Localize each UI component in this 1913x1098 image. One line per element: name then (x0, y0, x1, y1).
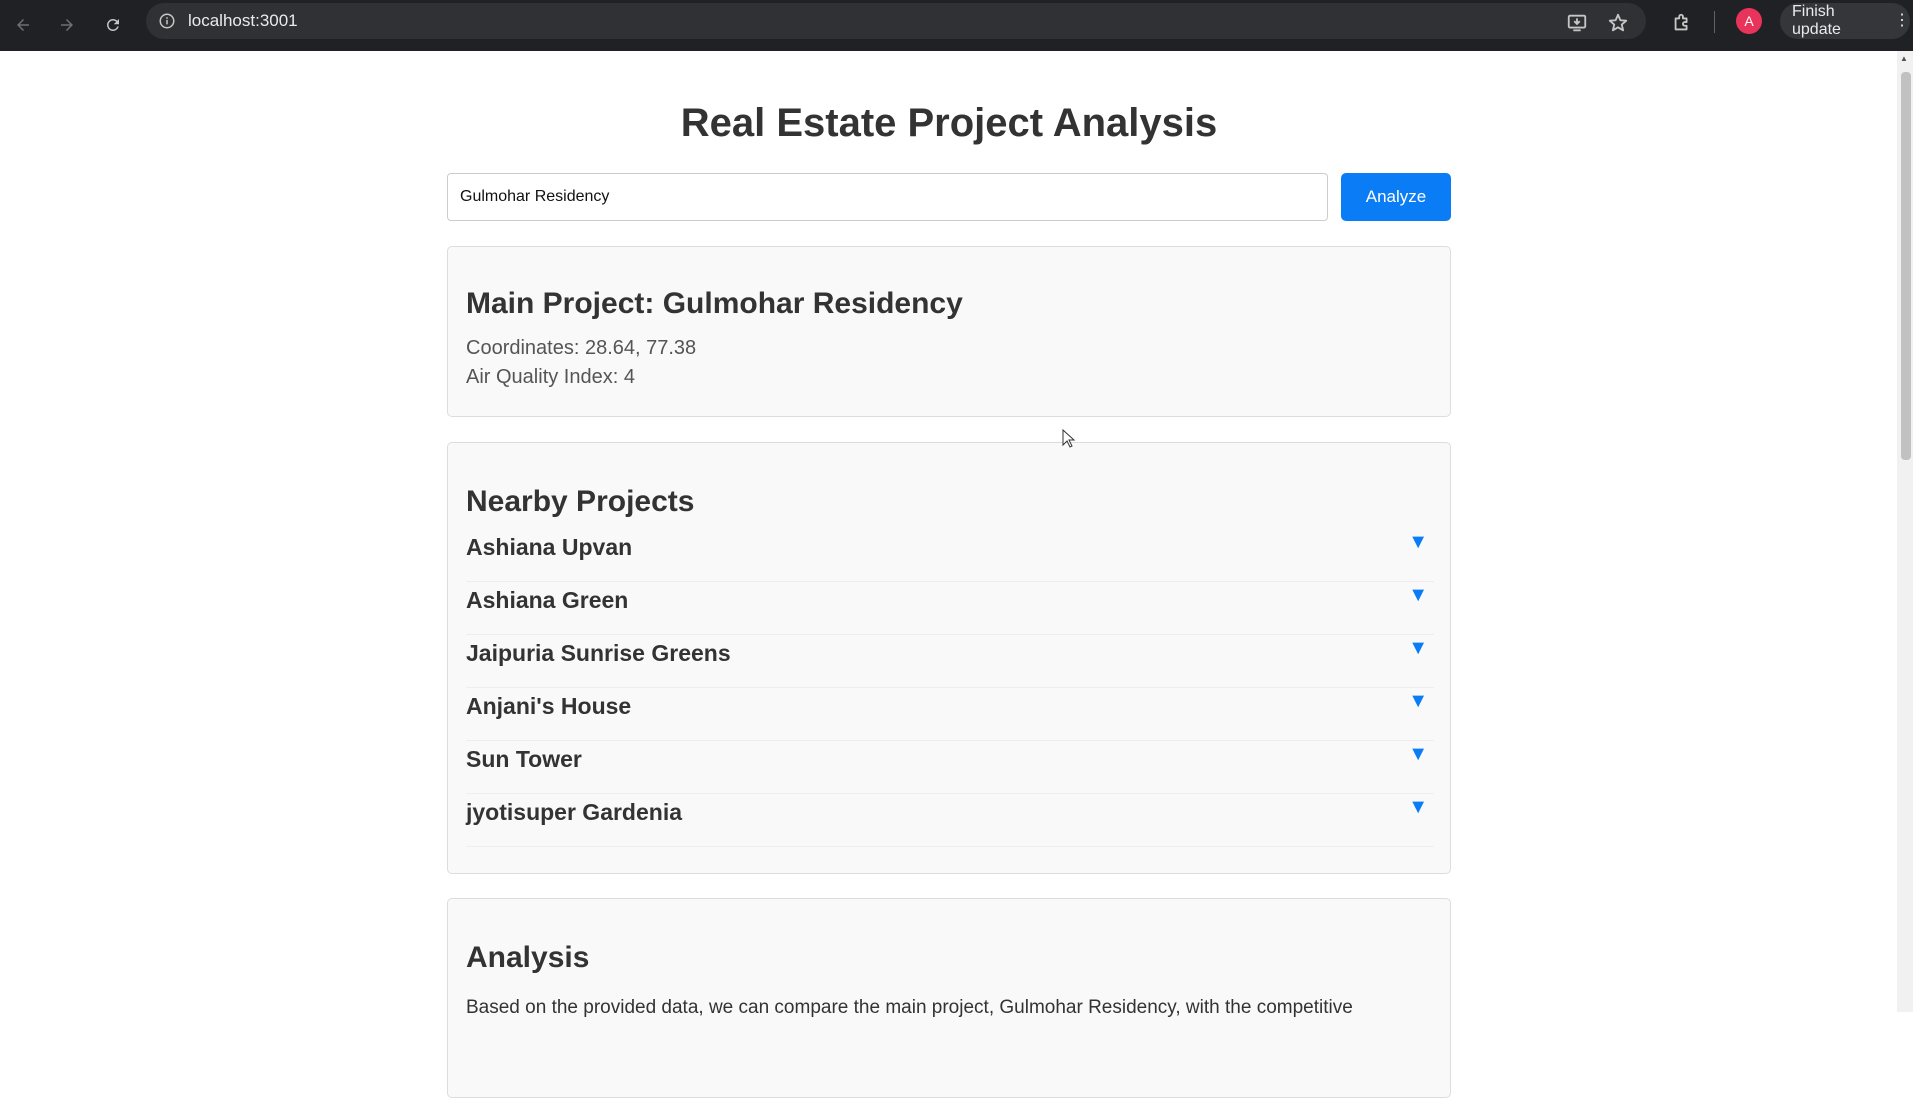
aqi-text: Air Quality Index: 4 (466, 366, 635, 388)
coordinates-text: Coordinates: 28.64, 77.38 (466, 337, 697, 359)
profile-avatar[interactable]: A (1736, 8, 1762, 34)
nearby-projects-card: Nearby Projects Ashiana Upvan ▼ Ashiana … (447, 442, 1451, 874)
nearby-project-name: Ashiana Upvan (466, 534, 633, 560)
nearby-project-item[interactable]: Jaipuria Sunrise Greens ▼ (466, 635, 1434, 688)
nearby-projects-heading: Nearby Projects (466, 485, 695, 518)
search-row: Analyze (447, 173, 1451, 221)
reload-button[interactable] (96, 8, 130, 42)
finish-update-button[interactable]: Finish update ⋮ (1780, 3, 1910, 39)
back-arrow-icon (17, 19, 29, 31)
analysis-paragraph: Based on the provided data, we can compa… (466, 997, 1353, 1018)
url-text: localhost:3001 (188, 11, 298, 30)
main-project-heading: Main Project: Gulmohar Residency (466, 287, 963, 320)
reload-icon (106, 18, 119, 31)
expand-triangle-icon[interactable]: ▼ (1408, 796, 1428, 819)
back-button[interactable] (6, 8, 40, 42)
forward-arrow-icon (61, 19, 73, 31)
expand-triangle-icon[interactable]: ▼ (1408, 584, 1428, 607)
mouse-cursor-icon (1062, 429, 1076, 448)
nearby-project-name: jyotisuper Gardenia (466, 799, 683, 825)
nearby-project-name: Jaipuria Sunrise Greens (466, 640, 731, 666)
nearby-project-item[interactable]: Sun Tower ▼ (466, 741, 1434, 794)
page-title: Real Estate Project Analysis (680, 101, 1218, 145)
analyze-button[interactable]: Analyze (1341, 173, 1451, 221)
toolbar-divider (1714, 11, 1715, 33)
expand-triangle-icon[interactable]: ▼ (1408, 637, 1428, 660)
address-bar[interactable]: localhost:3001 (146, 3, 1646, 39)
scrollbar-thumb[interactable] (1901, 72, 1911, 460)
install-app-button[interactable] (1564, 10, 1590, 36)
browser-toolbar: localhost:3001 A Finish update ⋮ (0, 0, 1913, 51)
analysis-heading: Analysis (466, 941, 590, 974)
nearby-project-name: Sun Tower (466, 746, 582, 772)
extensions-button[interactable] (1669, 10, 1695, 36)
nearby-project-name: Ashiana Green (466, 587, 629, 613)
scroll-up-arrow-icon[interactable]: ▲ (1900, 54, 1910, 64)
star-icon (1608, 13, 1628, 32)
nearby-project-item[interactable]: Ashiana Upvan ▼ (466, 529, 1434, 582)
expand-triangle-icon[interactable]: ▼ (1408, 531, 1428, 554)
finish-update-label: Finish update (1792, 3, 1841, 38)
site-info-icon[interactable] (158, 12, 176, 30)
analysis-card: Analysis Based on the provided data, we … (447, 898, 1451, 1098)
nearby-project-item[interactable]: Anjani's House ▼ (466, 688, 1434, 741)
forward-button[interactable] (50, 8, 84, 42)
install-icon (1567, 14, 1587, 32)
expand-triangle-icon[interactable]: ▼ (1408, 690, 1428, 713)
project-search-input[interactable] (447, 173, 1328, 221)
page-viewport: Real Estate Project Analysis Analyze Mai… (0, 51, 1897, 1098)
nearby-project-name: Anjani's House (466, 693, 632, 719)
puzzle-icon (1674, 13, 1688, 31)
bookmark-button[interactable] (1605, 10, 1631, 36)
nearby-project-item[interactable]: Ashiana Green ▼ (466, 582, 1434, 635)
expand-triangle-icon[interactable]: ▼ (1408, 743, 1428, 766)
main-project-card: Main Project: Gulmohar Residency Coordin… (447, 246, 1451, 417)
nearby-projects-list: Ashiana Upvan ▼ Ashiana Green ▼ Jaipuria… (466, 529, 1434, 847)
nearby-project-item[interactable]: jyotisuper Gardenia ▼ (466, 794, 1434, 847)
more-options-icon: ⋮ (1894, 12, 1910, 29)
